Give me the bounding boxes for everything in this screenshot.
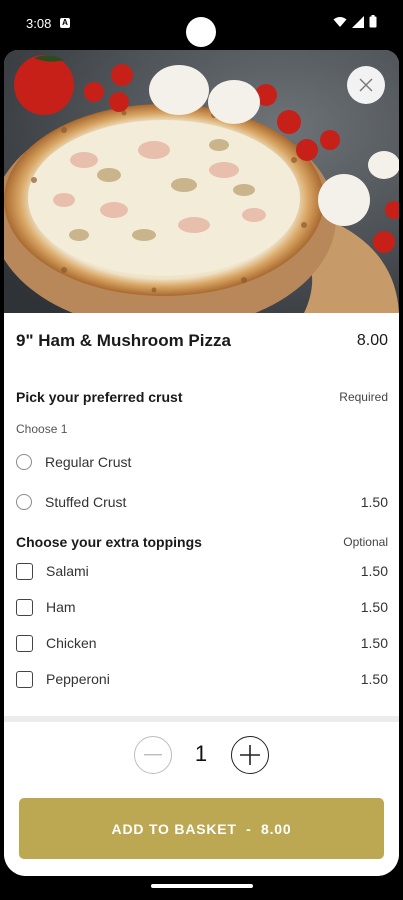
checkbox[interactable] [16,670,33,688]
radio-button[interactable] [16,494,32,510]
close-button[interactable] [347,66,385,104]
option-price: 1.50 [360,635,388,651]
crust-required-tag: Required [339,390,388,404]
option-label: Salami [46,563,89,579]
quantity-value: 1 [194,741,208,766]
checkbox[interactable] [16,634,33,652]
status-time: 3:08 [26,16,52,31]
topping-option-pepperoni[interactable]: Pepperoni 1.50 [16,667,388,691]
home-indicator[interactable] [151,884,253,888]
basket-panel: 1 ADD TO BASKET - 8.00 [4,716,399,876]
topping-option-chicken[interactable]: Chicken 1.50 [16,631,388,655]
product-title: 9" Ham & Mushroom Pizza [16,331,231,350]
crust-choose-hint: Choose 1 [16,422,68,436]
crust-option-stuffed[interactable]: Stuffed Crust 1.50 [16,490,388,514]
product-price: 8.00 [356,332,388,349]
option-label: Ham [46,599,76,615]
pizza-illustration [4,50,399,313]
increase-quantity-button[interactable] [231,736,269,774]
option-price: 1.50 [360,599,388,615]
checkbox[interactable] [16,562,33,580]
option-label: Chicken [46,635,97,651]
toppings-optional-tag: Optional [343,535,388,549]
product-modal: 9" Ham & Mushroom Pizza 8.00 Pick your p… [4,50,399,876]
crust-option-regular[interactable]: Regular Crust [16,450,388,474]
decrease-quantity-button[interactable] [134,736,172,774]
option-price: 1.50 [360,671,388,687]
option-label: Pepperoni [46,671,110,687]
topping-option-ham[interactable]: Ham 1.50 [16,595,388,619]
topping-option-salami[interactable]: Salami 1.50 [16,559,388,583]
phone-frame: 3:08 A 9" Ham & Mushroom Pizza 8.00 Pick… [0,0,403,900]
option-price: 1.50 [360,494,388,510]
close-icon [359,78,373,92]
navigation-bar [0,876,403,900]
toppings-section-title: Choose your extra toppings [16,534,202,550]
option-price: 1.50 [360,563,388,579]
a-badge-icon: A [60,18,70,28]
checkbox[interactable] [16,598,33,616]
option-label: Regular Crust [45,454,132,470]
radio-button[interactable] [16,454,32,470]
crust-section-title: Pick your preferred crust [16,389,183,405]
status-icons [333,15,377,28]
signal-icon [352,15,364,28]
battery-icon [369,15,377,28]
option-label: Stuffed Crust [45,494,127,510]
pizza-photo [4,50,399,313]
wifi-icon [333,16,347,27]
add-to-basket-label: ADD TO BASKET - 8.00 [111,820,292,837]
camera-cutout [186,17,216,47]
add-to-basket-button[interactable]: ADD TO BASKET - 8.00 [19,798,384,859]
plus-icon [240,745,260,765]
minus-icon [144,754,162,756]
status-bar: 3:08 A [0,0,403,50]
